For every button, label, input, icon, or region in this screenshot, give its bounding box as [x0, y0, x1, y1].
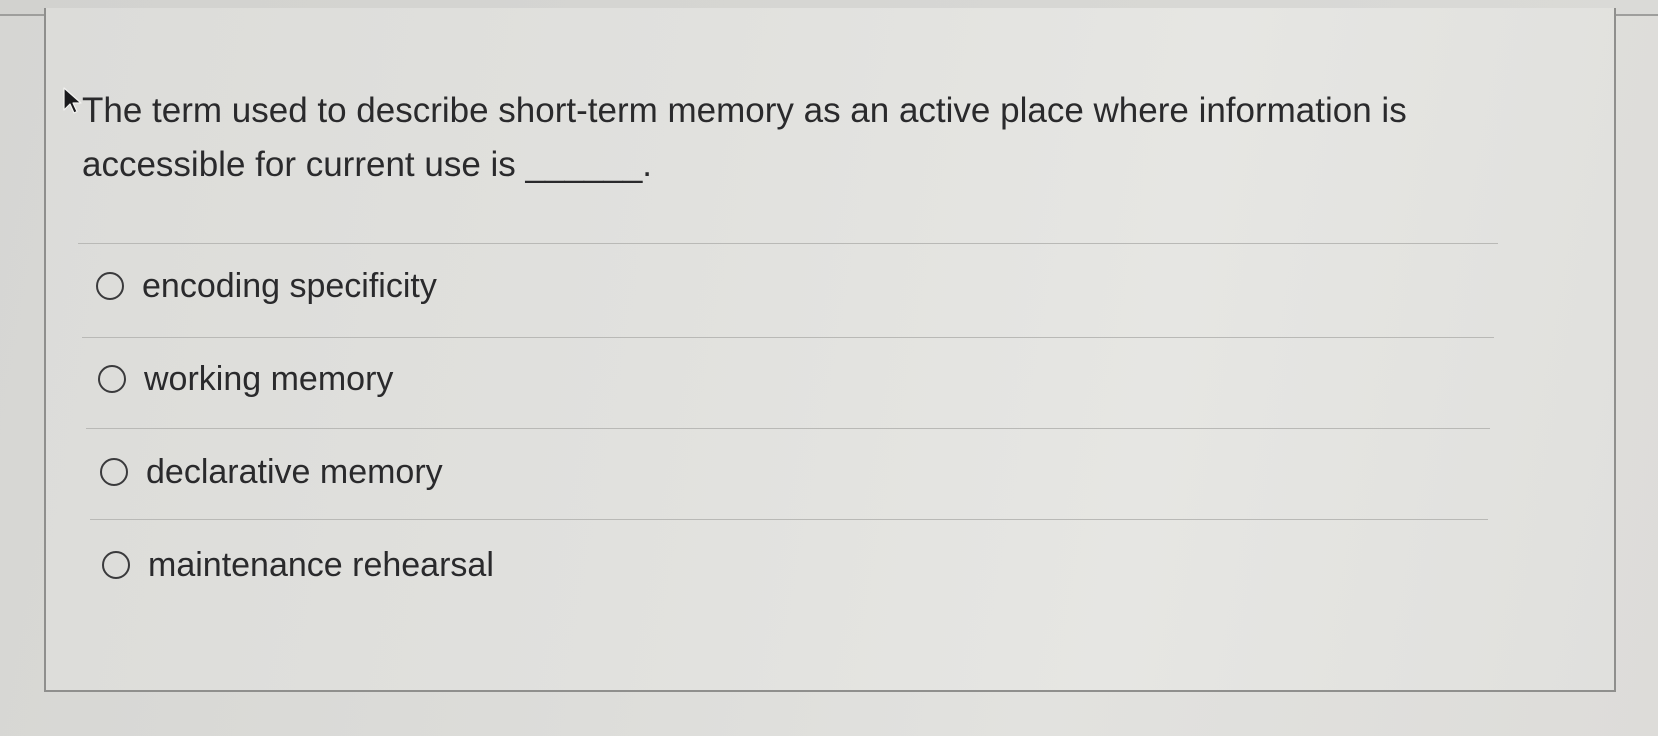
- option-encoding-specificity[interactable]: encoding specificity: [96, 264, 437, 308]
- divider-2: [86, 428, 1490, 429]
- divider-3: [90, 519, 1488, 520]
- option-label: maintenance rehearsal: [148, 545, 494, 584]
- radio-unchecked-icon[interactable]: [102, 551, 130, 579]
- radio-unchecked-icon[interactable]: [100, 458, 128, 486]
- option-working-memory[interactable]: working memory: [98, 357, 393, 401]
- option-label: declarative memory: [146, 452, 443, 491]
- radio-unchecked-icon[interactable]: [96, 272, 124, 300]
- divider-top: [78, 243, 1498, 244]
- radio-unchecked-icon[interactable]: [98, 365, 126, 393]
- option-maintenance-rehearsal[interactable]: maintenance rehearsal: [102, 543, 494, 587]
- mouse-pointer-icon: [63, 87, 82, 114]
- option-declarative-memory[interactable]: declarative memory: [100, 450, 443, 494]
- option-label: working memory: [144, 359, 394, 398]
- question-text: The term used to describe short-term mem…: [82, 91, 1407, 184]
- option-label: encoding specificity: [142, 266, 437, 305]
- divider-1: [82, 337, 1494, 338]
